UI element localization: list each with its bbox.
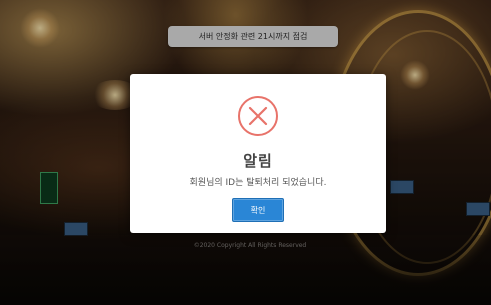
error-x-circle-icon <box>238 96 278 136</box>
confirm-button[interactable]: 확인 <box>232 198 284 222</box>
maintenance-notice: 서버 안정화 관련 21시까지 점검 <box>168 26 338 47</box>
footer-copyright: ©2020 Copyright All Rights Reserved <box>193 242 307 249</box>
dialog-message: 회원님의 ID는 탈퇴처리 되었습니다. <box>189 178 327 188</box>
alert-dialog: 알림 회원님의 ID는 탈퇴처리 되었습니다. 확인 <box>130 74 386 233</box>
dialog-title: 알림 <box>243 152 273 170</box>
